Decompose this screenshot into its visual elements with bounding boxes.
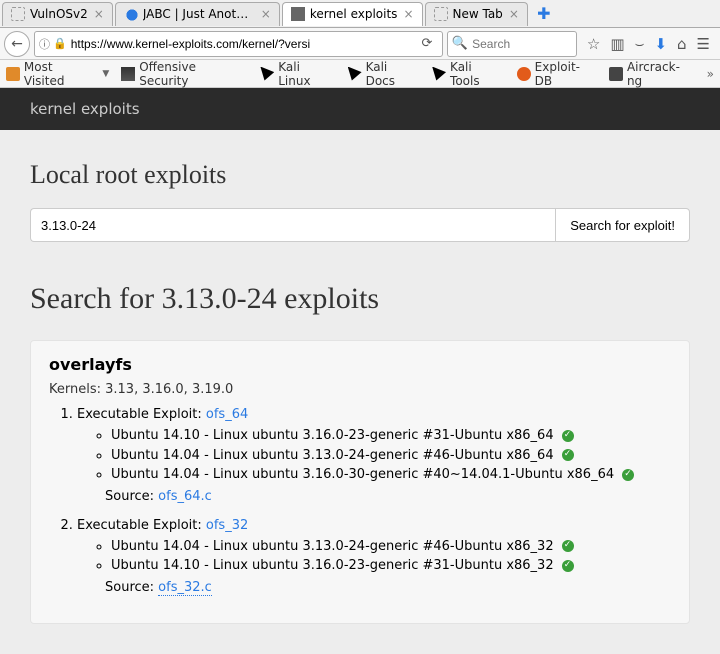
most-visited-icon (6, 67, 20, 81)
kali-icon (432, 67, 446, 81)
search-icon: 🔍 (452, 36, 468, 51)
exploit-list: Executable Exploit: ofs_64 Ubuntu 14.10 … (77, 407, 671, 595)
target-row: Ubuntu 14.04 - Linux ubuntu 3.13.0-24-ge… (111, 446, 671, 466)
tab-label: JABC | Just Anoth... (143, 7, 255, 21)
bookmark-kali-docs[interactable]: Kali Docs (348, 60, 420, 88)
target-list: Ubuntu 14.10 - Linux ubuntu 3.16.0-23-ge… (111, 426, 671, 485)
browser-tab-active[interactable]: kernel exploits × (282, 2, 423, 26)
page-viewport: kernel exploits Local root exploits Sear… (0, 88, 720, 654)
bookmark-label: Most Visited (24, 60, 96, 88)
target-row: Ubuntu 14.04 - Linux ubuntu 3.13.0-24-ge… (111, 537, 671, 557)
url-bar[interactable]: ⓘ 🔒 ⟳ (34, 31, 443, 57)
exploit-binary-link[interactable]: ofs_64 (206, 407, 248, 422)
exploit-name: overlayfs (49, 355, 671, 374)
bookmark-kali-tools[interactable]: Kali Tools (432, 60, 505, 88)
browser-search-bar[interactable]: 🔍 (447, 31, 577, 57)
toolbar-icons: ☆ ▥ ⌣ ⬇ ⌂ ☰ (581, 35, 716, 53)
target-row: Ubuntu 14.10 - Linux ubuntu 3.16.0-23-ge… (111, 556, 671, 576)
bookmark-label: Offensive Security (139, 60, 248, 88)
target-row: Ubuntu 14.04 - Linux ubuntu 3.16.0-30-ge… (111, 465, 671, 485)
browser-tab[interactable]: New Tab × (425, 2, 528, 26)
lock-icon: 🔒 (53, 37, 67, 50)
search-exploit-button[interactable]: Search for exploit! (555, 208, 690, 242)
bookmarks-overflow-icon[interactable]: » (707, 67, 714, 81)
search-form: Search for exploit! (30, 208, 690, 242)
favicon-site-icon (291, 7, 305, 21)
close-tab-icon[interactable]: × (403, 7, 413, 21)
bookmark-exploit-db[interactable]: Exploit-DB (517, 60, 597, 88)
source-link[interactable]: ofs_32.c (158, 580, 212, 596)
bookmark-most-visited[interactable]: Most Visited ▼ (6, 60, 109, 88)
tab-label: VulnOSv2 (30, 7, 88, 21)
source-line: Source: ofs_32.c (105, 580, 671, 595)
close-tab-icon[interactable]: × (509, 7, 519, 21)
site-brand[interactable]: kernel exploits (30, 100, 140, 118)
bookmark-label: Kali Tools (450, 60, 505, 88)
chevron-down-icon: ▼ (102, 69, 109, 79)
page-title: Local root exploits (30, 160, 690, 190)
target-row: Ubuntu 14.10 - Linux ubuntu 3.16.0-23-ge… (111, 426, 671, 446)
executable-label: Executable Exploit: (77, 407, 206, 422)
page-content: Local root exploits Search for exploit! … (0, 130, 720, 654)
bookmark-label: Exploit-DB (535, 60, 597, 88)
browser-tab[interactable]: JABC | Just Anoth... × (115, 2, 280, 26)
bookmark-kali-linux[interactable]: Kali Linux (260, 60, 335, 88)
exploit-item: Executable Exploit: ofs_64 Ubuntu 14.10 … (77, 407, 671, 504)
favicon-generic-icon (11, 7, 25, 21)
browser-search-input[interactable] (472, 37, 572, 51)
bookmark-offensive-security[interactable]: Offensive Security (121, 60, 248, 88)
kernel-versions: Kernels: 3.13, 3.16.0, 3.19.0 (49, 382, 671, 397)
executable-label: Executable Exploit: (77, 518, 206, 533)
exploit-card: overlayfs Kernels: 3.13, 3.16.0, 3.19.0 … (30, 340, 690, 624)
info-icon: ⓘ (39, 36, 50, 52)
tab-label: New Tab (453, 7, 503, 21)
kali-icon (260, 67, 274, 81)
favicon-drupal-icon (121, 4, 141, 24)
kernel-search-input[interactable] (30, 208, 555, 242)
site-header: kernel exploits (0, 88, 720, 130)
identity-block[interactable]: ⓘ 🔒 (39, 36, 67, 52)
bookmark-label: Kali Linux (278, 60, 335, 88)
back-button[interactable]: ← (4, 31, 30, 57)
bookmark-label: Kali Docs (366, 60, 421, 88)
bookmark-label: Aircrack-ng (627, 60, 695, 88)
downloads-icon[interactable]: ⬇ (654, 35, 667, 53)
offensive-security-icon (121, 67, 135, 81)
source-link[interactable]: ofs_64.c (158, 489, 212, 504)
check-icon (562, 449, 574, 461)
favicon-generic-icon (434, 7, 448, 21)
nav-toolbar: ← ⓘ 🔒 ⟳ 🔍 ☆ ▥ ⌣ ⬇ ⌂ ☰ (0, 28, 720, 60)
tab-strip: VulnOSv2 × JABC | Just Anoth... × kernel… (0, 0, 720, 28)
bookmark-aircrack[interactable]: Aircrack-ng (609, 60, 695, 88)
target-list: Ubuntu 14.04 - Linux ubuntu 3.13.0-24-ge… (111, 537, 671, 576)
pocket-icon[interactable]: ⌣ (635, 35, 645, 53)
bookmarks-toolbar: Most Visited ▼ Offensive Security Kali L… (0, 60, 720, 88)
check-icon (622, 469, 634, 481)
kali-icon (348, 67, 362, 81)
aircrack-icon (609, 67, 623, 81)
check-icon (562, 540, 574, 552)
results-heading: Search for 3.13.0-24 exploits (30, 282, 690, 316)
check-icon (562, 560, 574, 572)
menu-icon[interactable]: ☰ (697, 35, 710, 53)
close-tab-icon[interactable]: × (261, 7, 271, 21)
exploit-item: Executable Exploit: ofs_32 Ubuntu 14.04 … (77, 518, 671, 595)
home-icon[interactable]: ⌂ (677, 35, 687, 53)
check-icon (562, 430, 574, 442)
close-tab-icon[interactable]: × (94, 7, 104, 21)
bookmark-star-icon[interactable]: ☆ (587, 35, 600, 53)
library-icon[interactable]: ▥ (610, 35, 624, 53)
exploit-db-icon (517, 67, 531, 81)
reload-button[interactable]: ⟳ (416, 36, 438, 51)
exploit-binary-link[interactable]: ofs_32 (206, 518, 248, 533)
url-input[interactable] (71, 37, 412, 51)
new-tab-button[interactable]: ✚ (534, 4, 554, 24)
source-line: Source: ofs_64.c (105, 489, 671, 504)
browser-tab[interactable]: VulnOSv2 × (2, 2, 113, 26)
tab-label: kernel exploits (310, 7, 398, 21)
